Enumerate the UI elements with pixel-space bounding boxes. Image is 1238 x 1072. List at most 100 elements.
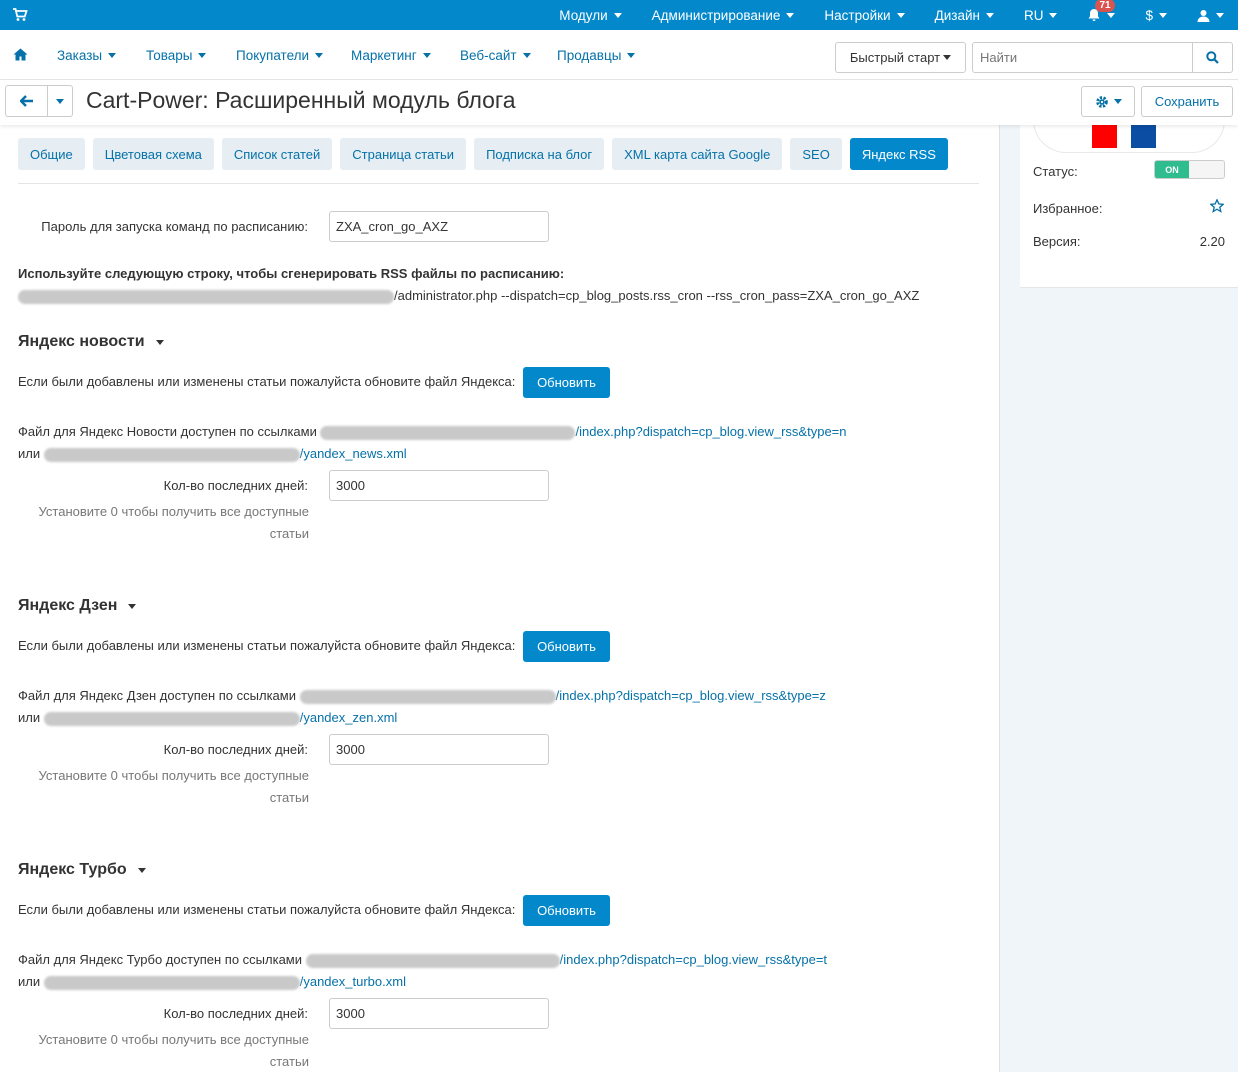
file-text: Файл для Яндекс Дзен доступен по ссылкам…	[18, 688, 826, 704]
chevron-down-icon	[315, 53, 324, 58]
days-label: Кол-во последних дней:	[163, 1006, 308, 1021]
days-hint: Установите 0 чтобы получить все доступны…	[38, 504, 309, 541]
update-yandex-turbo-button[interactable]: Обновить	[523, 895, 610, 926]
chevron-down-icon	[198, 53, 207, 58]
search-box	[972, 42, 1233, 73]
chevron-down-icon	[896, 12, 905, 18]
chevron-down-icon	[1049, 12, 1058, 18]
yandex-turbo-xml-link[interactable]: /yandex_turbo.xml	[300, 974, 406, 989]
nav-website[interactable]: Веб-сайт	[460, 48, 531, 63]
chevron-down-icon	[155, 339, 164, 345]
notifications-menu[interactable]: 71	[1087, 0, 1116, 22]
chevron-down-icon	[1107, 12, 1116, 18]
chevron-down-icon	[108, 53, 117, 58]
menu-currency[interactable]: $	[1145, 8, 1167, 23]
file-text-alt: или /yandex_turbo.xml	[18, 974, 406, 990]
file-text-alt: или /yandex_zen.xml	[18, 710, 398, 726]
section-yandex-turbo-header[interactable]: Яндекс Турбо	[18, 861, 146, 879]
redacted-text	[305, 953, 560, 968]
update-yandex-news-button[interactable]: Обновить	[523, 367, 610, 398]
back-button-group	[5, 85, 73, 117]
menu-language[interactable]: RU	[1024, 8, 1058, 23]
section-yandex-zen-header[interactable]: Яндекс Дзен	[18, 597, 137, 615]
yandex-news-link[interactable]: /index.php?dispatch=cp_blog.view_rss&typ…	[575, 424, 846, 439]
yandex-news-days-field[interactable]	[329, 470, 549, 501]
tab-blog-subscription[interactable]: Подписка на блог	[474, 138, 605, 170]
nav-orders[interactable]: Заказы	[57, 48, 117, 63]
chevron-down-icon	[56, 98, 64, 104]
nav-customers[interactable]: Покупатели	[236, 48, 324, 63]
update-text: Если были добавлены или изменены статьи …	[18, 374, 516, 389]
save-button[interactable]: Сохранить	[1141, 86, 1233, 117]
cron-password-label: Пароль для запуска команд по расписанию:	[41, 219, 308, 234]
arrow-left-icon	[19, 95, 33, 107]
update-text: Если были добавлены или изменены статьи …	[18, 638, 516, 653]
yandex-zen-link[interactable]: /index.php?dispatch=cp_blog.view_rss&typ…	[556, 688, 826, 703]
menu-design[interactable]: Дизайн	[935, 8, 994, 23]
chevron-down-icon	[128, 603, 137, 609]
redacted-text	[43, 447, 300, 462]
yandex-zen-xml-link[interactable]: /yandex_zen.xml	[300, 710, 398, 725]
chevron-down-icon	[1159, 12, 1167, 18]
tab-google-sitemap[interactable]: XML карта сайта Google	[612, 138, 783, 170]
chevron-down-icon	[627, 53, 636, 58]
file-text-alt: или /yandex_news.xml	[18, 446, 407, 462]
menu-modules[interactable]: Модули	[559, 8, 622, 23]
yandex-zen-days-field[interactable]	[329, 734, 549, 765]
search-icon	[1206, 51, 1219, 64]
back-dropdown-button[interactable]	[48, 86, 72, 116]
cron-password-field[interactable]	[329, 211, 549, 242]
update-yandex-zen-button[interactable]: Обновить	[523, 631, 610, 662]
version-label: Версия:	[1033, 234, 1081, 249]
menu-settings[interactable]: Настройки	[824, 8, 905, 23]
logo-red-square	[1092, 124, 1117, 148]
yandex-news-xml-link[interactable]: /yandex_news.xml	[300, 446, 407, 461]
top-bar: Модули Администрирование Настройки Дизай…	[0, 0, 1238, 30]
status-toggle-on: ON	[1155, 161, 1189, 178]
main-nav: Заказы Товары Покупатели Маркетинг Веб-с…	[0, 30, 1238, 80]
tab-color-scheme[interactable]: Цветовая схема	[92, 138, 214, 170]
days-hint: Установите 0 чтобы получить все доступны…	[38, 768, 309, 805]
redacted-text	[18, 289, 394, 304]
cron-instruction: Используйте следующую строку, чтобы сген…	[18, 266, 565, 281]
quick-start-button[interactable]: Быстрый старт	[835, 42, 966, 73]
tabs: Общие Цветовая схема Список статей Стран…	[18, 138, 956, 170]
version-value: 2.20	[1199, 234, 1225, 249]
cart-icon[interactable]	[12, 7, 28, 23]
tab-article-page[interactable]: Страница статьи	[340, 138, 467, 170]
back-button[interactable]	[6, 86, 48, 116]
redacted-text	[43, 975, 300, 990]
chevron-down-icon	[1113, 99, 1122, 104]
menu-administration[interactable]: Администрирование	[652, 8, 795, 23]
days-label: Кол-во последних дней:	[163, 742, 308, 757]
search-input[interactable]	[973, 43, 1193, 72]
yandex-turbo-link[interactable]: /index.php?dispatch=cp_blog.view_rss&typ…	[560, 952, 827, 967]
star-icon[interactable]	[1210, 199, 1224, 213]
addon-info-card: Статус: ON Избранное: Версия: 2.20	[1020, 120, 1238, 288]
tab-general[interactable]: Общие	[18, 138, 85, 170]
yandex-turbo-days-field[interactable]	[329, 998, 549, 1029]
section-yandex-news-header[interactable]: Яндекс новости	[18, 333, 164, 351]
chevron-down-icon	[786, 12, 795, 18]
tabs-divider	[18, 183, 979, 184]
nav-products[interactable]: Товары	[146, 48, 207, 63]
nav-marketing[interactable]: Маркетинг	[351, 48, 431, 63]
redacted-text	[43, 711, 300, 726]
search-button[interactable]	[1192, 43, 1232, 72]
nav-vendors[interactable]: Продавцы	[557, 48, 636, 63]
bell-icon: 71	[1087, 0, 1115, 22]
chevron-down-icon	[985, 12, 994, 18]
status-toggle[interactable]: ON	[1154, 160, 1225, 179]
days-label: Кол-во последних дней:	[163, 478, 308, 493]
settings-dropdown-button[interactable]	[1081, 86, 1135, 117]
tab-yandex-rss[interactable]: Яндекс RSS	[849, 138, 948, 170]
chevron-down-icon	[522, 53, 531, 58]
days-hint: Установите 0 чтобы получить все доступны…	[38, 1032, 309, 1069]
update-text: Если были добавлены или изменены статьи …	[18, 902, 516, 917]
tab-seo[interactable]: SEO	[790, 138, 842, 170]
tab-articles-list[interactable]: Список статей	[221, 138, 333, 170]
file-text: Файл для Яндекс Турбо доступен по ссылка…	[18, 952, 828, 968]
user-menu[interactable]	[1197, 9, 1224, 22]
home-icon[interactable]	[13, 48, 28, 61]
favorite-label: Избранное:	[1033, 201, 1103, 216]
